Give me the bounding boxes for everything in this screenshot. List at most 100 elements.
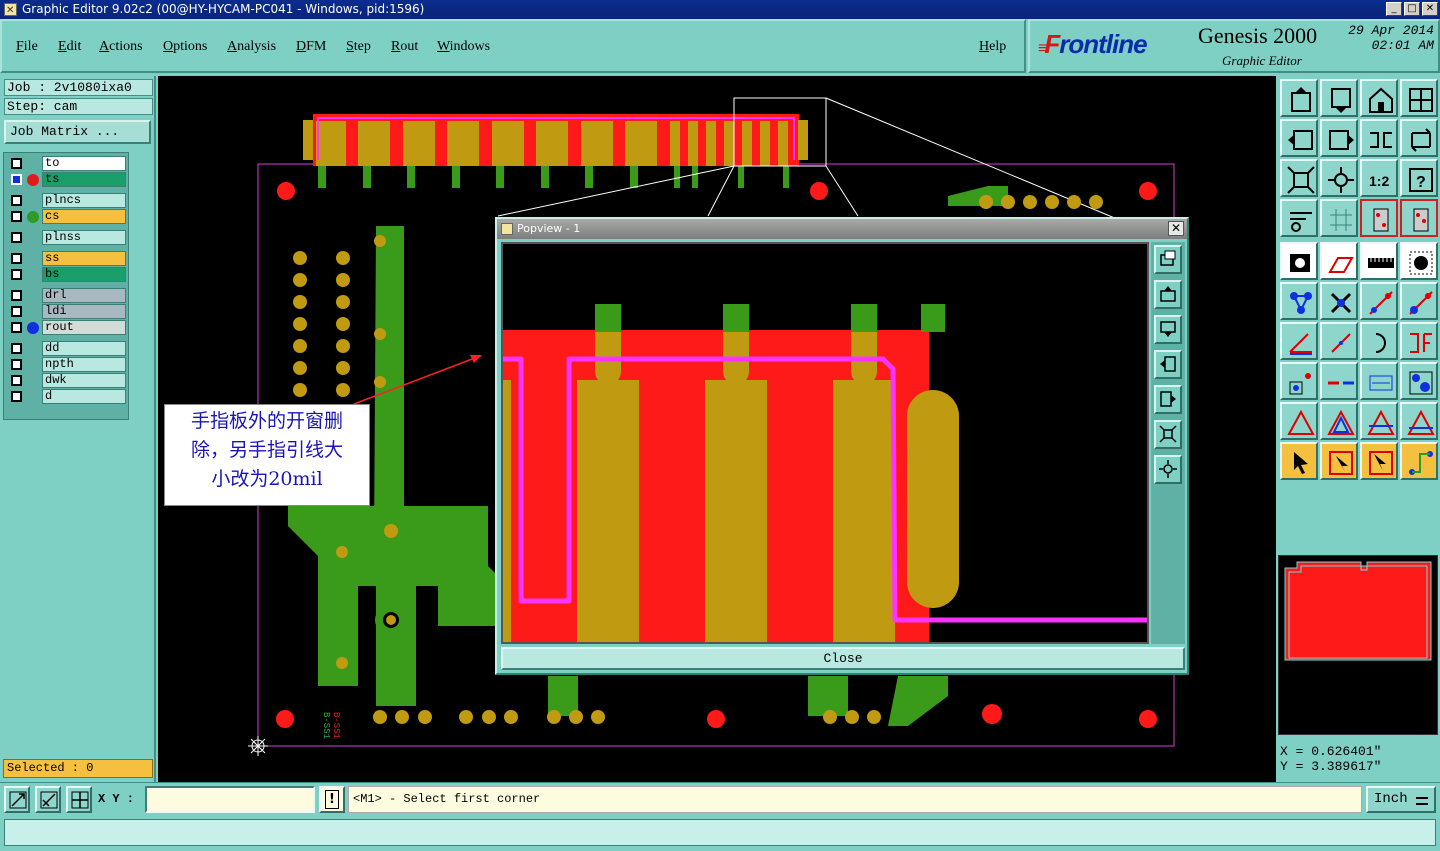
menu-edit[interactable]: Edit (58, 39, 81, 55)
menu-dfm[interactable]: DFM (296, 39, 326, 55)
layer-row-dwk[interactable]: dwk (6, 373, 126, 388)
triangle-button[interactable] (1280, 402, 1318, 440)
pad-select-button[interactable] (1280, 242, 1318, 280)
shape-select-button[interactable] (1320, 242, 1358, 280)
layer-row-ss[interactable]: ss (6, 251, 126, 266)
layer-row-dd[interactable]: dd (6, 341, 126, 356)
xy-input[interactable] (145, 786, 315, 813)
house-button[interactable] (1360, 79, 1398, 117)
layer-name[interactable]: drl (42, 288, 126, 303)
popview-pan-left-button[interactable] (1154, 350, 1182, 379)
layer-checkbox[interactable] (11, 211, 22, 222)
layer-row-plncs[interactable]: plncs (6, 193, 126, 208)
popview-zoom-fit-button[interactable] (1154, 245, 1182, 274)
layer-name[interactable]: rout (42, 320, 126, 335)
popview-pan-up-button[interactable] (1154, 280, 1182, 309)
pad-round-button[interactable] (1400, 242, 1438, 280)
layer-checkbox[interactable] (11, 232, 22, 243)
layer-row-ldi[interactable]: ldi (6, 304, 126, 319)
layer-checkbox[interactable] (11, 391, 22, 402)
menu-rout[interactable]: Rout (391, 39, 418, 55)
layer-row-cs[interactable]: cs (6, 209, 126, 224)
line-pad2-button[interactable] (1400, 282, 1438, 320)
layer-row-ts[interactable]: ts (6, 172, 126, 187)
layer-name[interactable]: ldi (42, 304, 126, 319)
job-matrix-button[interactable]: Job Matrix ... (4, 120, 151, 144)
menu-file[interactable]: File (16, 39, 38, 55)
layer-row-d[interactable]: d (6, 389, 126, 404)
arc-button[interactable] (1360, 322, 1398, 360)
layer-red2-button[interactable] (1400, 199, 1438, 237)
move-pad-button[interactable] (1280, 362, 1318, 400)
measure-box-button[interactable] (1360, 362, 1398, 400)
layer-name[interactable]: npth (42, 357, 126, 372)
popview-pan-down-button[interactable] (1154, 315, 1182, 344)
triangle-line2-button[interactable] (1400, 402, 1438, 440)
layer-checkbox[interactable] (11, 253, 22, 264)
layer-row-npth[interactable]: npth (6, 357, 126, 372)
layer-name[interactable]: cs (42, 209, 126, 224)
pointer-button[interactable] (1280, 442, 1318, 480)
home-down-button[interactable] (1320, 79, 1358, 117)
scale-1to2-button[interactable]: 1:2 (1360, 159, 1398, 197)
line-split-button[interactable] (1320, 362, 1358, 400)
menu-options[interactable]: Options (163, 39, 207, 55)
minimize-button[interactable]: _ (1386, 2, 1402, 16)
unit-selector[interactable]: Inch (1366, 786, 1436, 813)
cross-button[interactable] (1320, 282, 1358, 320)
window-split-button[interactable] (1400, 79, 1438, 117)
layer-name[interactable]: dd (42, 341, 126, 356)
warning-button[interactable]: ! (319, 786, 345, 813)
minimap[interactable] (1278, 555, 1438, 735)
select-box-button[interactable] (1320, 442, 1358, 480)
layer-checkbox[interactable] (11, 322, 22, 333)
zoom-center-button[interactable] (1320, 159, 1358, 197)
select-net-button[interactable] (1400, 442, 1438, 480)
layer-checkbox[interactable] (11, 269, 22, 280)
menu-actions[interactable]: Actions (99, 39, 143, 55)
layer-name[interactable]: to (42, 156, 126, 171)
settings-tools-button[interactable] (1280, 199, 1318, 237)
triangle-line-button[interactable] (1360, 402, 1398, 440)
pad-group-button[interactable] (1400, 362, 1438, 400)
layer-name[interactable]: d (42, 389, 126, 404)
layer-name[interactable]: ts (42, 172, 126, 187)
layer-row-plnss[interactable]: plnss (6, 230, 126, 245)
arrow-right-box-button[interactable] (1320, 119, 1358, 157)
layer-checkbox[interactable] (11, 359, 22, 370)
layer-red-button[interactable] (1360, 199, 1398, 237)
diag-line-button[interactable] (1320, 322, 1358, 360)
layer-checkbox[interactable] (11, 174, 22, 185)
help-button[interactable]: ? (1400, 159, 1438, 197)
menu-windows[interactable]: Windows (437, 39, 490, 55)
line-pad-button[interactable] (1360, 282, 1398, 320)
menu-step[interactable]: Step (346, 39, 371, 55)
layer-checkbox[interactable] (11, 158, 22, 169)
measure-button[interactable] (35, 786, 61, 813)
menu-analysis[interactable]: Analysis (227, 39, 276, 55)
close-window-button[interactable]: ✕ (1422, 2, 1438, 16)
popview-canvas[interactable] (501, 242, 1149, 644)
mirror-button[interactable] (1360, 119, 1398, 157)
arrow-left-box-button[interactable] (1280, 119, 1318, 157)
angle-line-button[interactable] (1280, 322, 1318, 360)
layer-checkbox[interactable] (11, 290, 22, 301)
net-button[interactable] (1280, 282, 1318, 320)
zoom-fit-button[interactable] (1280, 159, 1318, 197)
popview-close-x[interactable]: ✕ (1168, 221, 1184, 236)
home-up-button[interactable] (1280, 79, 1318, 117)
snap-button[interactable] (4, 786, 30, 813)
triangle-dual-button[interactable] (1320, 402, 1358, 440)
select-pointer-button[interactable] (1360, 442, 1398, 480)
popview-zoom-out-button[interactable] (1154, 455, 1182, 484)
swap-button[interactable] (1400, 119, 1438, 157)
layer-name[interactable]: plnss (42, 230, 126, 245)
flip-button[interactable] (1400, 322, 1438, 360)
layer-row-to[interactable]: to (6, 156, 126, 171)
layer-row-rout[interactable]: rout (6, 320, 126, 335)
layer-row-bs[interactable]: bs (6, 267, 126, 282)
popview-close-button[interactable]: Close (501, 647, 1185, 670)
layer-name[interactable]: ss (42, 251, 126, 266)
layer-checkbox[interactable] (11, 195, 22, 206)
layer-checkbox[interactable] (11, 306, 22, 317)
